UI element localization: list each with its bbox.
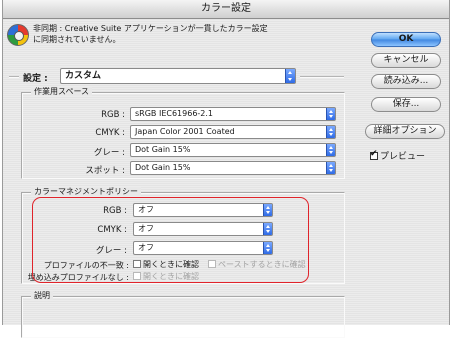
- gray-workspace-value: Dot Gain 15%: [135, 145, 191, 154]
- rgb-workspace-popup[interactable]: sRGB IEC61966-2.1: [130, 107, 336, 121]
- load-button[interactable]: 読み込み...: [371, 74, 441, 89]
- updown-arrow-icon: [326, 108, 335, 120]
- advanced-options-button[interactable]: 詳細オプション: [365, 124, 445, 139]
- policy-highlight-box: [32, 197, 309, 283]
- color-settings-window: カラー設定 非同期 : Creative Suite アプリケーションが一貫した…: [2, 0, 450, 338]
- rgb-workspace-label: RGB :: [101, 110, 125, 120]
- description-group: [21, 296, 345, 338]
- settings-popup-value: カスタム: [65, 71, 102, 81]
- policy-group-title: カラーマネジメントポリシー: [31, 187, 141, 196]
- updown-arrow-icon: [326, 162, 335, 174]
- settings-divider-right: [300, 76, 344, 78]
- cmyk-workspace-popup[interactable]: Japan Color 2001 Coated: [130, 125, 336, 139]
- description-group-title: 説明: [31, 291, 53, 300]
- cmyk-workspace-label: CMYK :: [95, 128, 125, 138]
- save-button[interactable]: 保存...: [371, 97, 441, 112]
- gray-workspace-label: グレー :: [93, 148, 125, 158]
- updown-arrow-icon: [285, 69, 295, 83]
- updown-arrow-icon: [326, 126, 335, 138]
- ok-button[interactable]: OK: [371, 32, 441, 47]
- color-sync-icon: [7, 24, 29, 46]
- cancel-button[interactable]: キャンセル: [371, 53, 441, 68]
- cmyk-workspace-value: Japan Color 2001 Coated: [135, 127, 235, 136]
- settings-popup[interactable]: カスタム: [60, 68, 296, 84]
- sync-status-line1: 非同期 : Creative Suite アプリケーションが一貫したカラー設定: [33, 24, 268, 33]
- settings-label: 設定 :: [23, 74, 48, 84]
- preview-option[interactable]: プレビュー: [370, 149, 425, 162]
- preview-label: プレビュー: [380, 152, 426, 162]
- sync-status-text: 非同期 : Creative Suite アプリケーションが一貫したカラー設定 …: [33, 23, 293, 45]
- gray-workspace-popup[interactable]: Dot Gain 15%: [130, 143, 336, 157]
- window-title: カラー設定: [3, 0, 449, 19]
- settings-divider-left: [9, 76, 19, 78]
- spot-workspace-value: Dot Gain 15%: [135, 163, 191, 172]
- spot-workspace-popup[interactable]: Dot Gain 15%: [130, 161, 336, 175]
- spot-workspace-label: スポット :: [85, 166, 125, 176]
- sync-status-line2: に同期されていません。: [33, 35, 121, 44]
- workspace-group-title: 作業用スペース: [31, 87, 93, 96]
- updown-arrow-icon: [326, 144, 335, 156]
- preview-checkbox[interactable]: [370, 149, 378, 160]
- rgb-workspace-value: sRGB IEC61966-2.1: [135, 109, 214, 118]
